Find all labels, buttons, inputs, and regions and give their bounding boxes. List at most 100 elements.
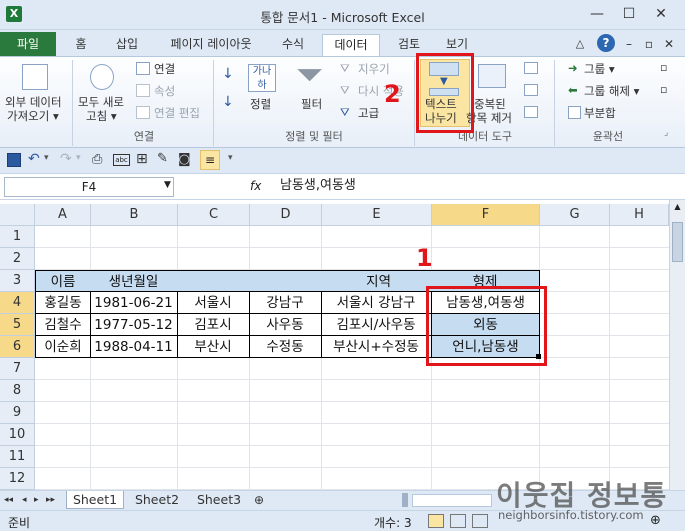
- save-icon[interactable]: [7, 153, 21, 167]
- vertical-scrollbar[interactable]: ▲: [669, 200, 685, 490]
- row-header[interactable]: 1: [0, 226, 35, 248]
- properties-button[interactable]: 속성: [154, 83, 175, 99]
- table-header-cell[interactable]: 지역: [321, 270, 432, 292]
- scroll-thumb[interactable]: [672, 222, 683, 262]
- consolidate-icon[interactable]: [524, 84, 538, 96]
- sheet-tab[interactable]: Sheet2: [128, 491, 186, 509]
- zoom-in-icon[interactable]: ⊕: [650, 513, 661, 528]
- table-cell[interactable]: 부산시: [177, 336, 250, 358]
- subtotal-button[interactable]: 부분합: [584, 105, 616, 121]
- row-header[interactable]: 8: [0, 380, 35, 402]
- tab-data[interactable]: 데이터: [322, 34, 380, 56]
- row-header[interactable]: 4: [0, 292, 35, 314]
- window-close-icon[interactable]: ✕: [662, 34, 676, 56]
- tab-insert[interactable]: 삽입: [110, 34, 144, 56]
- group-button[interactable]: 그룹 ▾: [584, 61, 615, 77]
- window-restore-icon[interactable]: ▫: [642, 34, 656, 56]
- sheet-tab[interactable]: Sheet3: [190, 491, 248, 509]
- row-header[interactable]: 9: [0, 402, 35, 424]
- hide-detail-icon[interactable]: ▫: [660, 83, 667, 96]
- row-header[interactable]: 12: [0, 468, 35, 490]
- page-break-preview-icon[interactable]: [472, 514, 488, 528]
- undo-dropdown-icon[interactable]: ▾: [44, 153, 49, 163]
- camera-icon[interactable]: ◙: [178, 152, 191, 167]
- filter-button[interactable]: 필터: [301, 96, 322, 112]
- clear-button[interactable]: 지우기: [358, 61, 390, 77]
- outline-dialog-launcher-icon[interactable]: ⌟: [664, 128, 668, 138]
- ribbon-minimize-icon[interactable]: △: [572, 34, 588, 56]
- next-sheet-icon[interactable]: ▸: [34, 491, 39, 509]
- tab-formulas[interactable]: 수식: [276, 34, 310, 56]
- table-header-cell[interactable]: [249, 270, 322, 292]
- tab-page-layout[interactable]: 페이지 레이아웃: [160, 34, 262, 56]
- refresh-all-label2[interactable]: 고침 ▾: [86, 108, 117, 124]
- column-header[interactable]: D: [250, 204, 322, 226]
- normal-view-icon[interactable]: [428, 514, 444, 528]
- sheet-tab-active[interactable]: Sheet1: [66, 491, 124, 509]
- table-cell[interactable]: 김철수: [35, 314, 91, 336]
- tab-file[interactable]: 파일: [0, 32, 56, 56]
- row-header[interactable]: 11: [0, 446, 35, 468]
- maximize-button[interactable]: ☐: [616, 4, 642, 24]
- what-if-analysis-icon[interactable]: [524, 106, 538, 118]
- select-all-corner[interactable]: [0, 204, 35, 226]
- column-header[interactable]: A: [35, 204, 91, 226]
- row-header[interactable]: 10: [0, 424, 35, 446]
- close-button[interactable]: ✕: [648, 4, 674, 24]
- table-cell[interactable]: 사우동: [249, 314, 322, 336]
- align-center-icon[interactable]: ≡: [200, 150, 220, 170]
- table-cell[interactable]: 서울시 강남구: [321, 292, 432, 314]
- table-cell[interactable]: 이순희: [35, 336, 91, 358]
- table-header-cell[interactable]: [177, 270, 250, 292]
- row-header[interactable]: 6: [0, 336, 35, 358]
- table-cell[interactable]: 강남구: [249, 292, 322, 314]
- help-icon[interactable]: ?: [597, 34, 615, 52]
- formula-input[interactable]: 남동생,여동생: [270, 177, 681, 197]
- table-cell[interactable]: 1977-05-12: [90, 314, 178, 336]
- column-header[interactable]: B: [91, 204, 178, 226]
- tab-split-handle[interactable]: [402, 493, 408, 507]
- connections-button[interactable]: 연결: [154, 61, 175, 77]
- row-header[interactable]: 5: [0, 314, 35, 336]
- undo-icon[interactable]: ↶: [28, 151, 40, 167]
- sort-button[interactable]: 정렬: [250, 96, 271, 112]
- table-header-cell[interactable]: 이름: [35, 270, 91, 292]
- tab-home[interactable]: 홈: [68, 34, 94, 56]
- customize-qat-icon[interactable]: ▾: [228, 153, 233, 163]
- first-sheet-icon[interactable]: ◂◂: [4, 491, 13, 509]
- redo-icon[interactable]: ↷: [60, 151, 72, 167]
- insert-sheet-icon[interactable]: ⊕: [254, 491, 264, 509]
- table-cell[interactable]: 수정동: [249, 336, 322, 358]
- print-preview-icon[interactable]: ⎙: [92, 152, 102, 167]
- table-cell[interactable]: 김포시: [177, 314, 250, 336]
- row-header[interactable]: 3: [0, 270, 35, 292]
- scroll-up-icon[interactable]: ▲: [672, 202, 683, 214]
- column-header[interactable]: E: [322, 204, 432, 226]
- minimize-button[interactable]: —: [584, 4, 610, 24]
- last-sheet-icon[interactable]: ▸▸: [46, 491, 55, 509]
- table-cell[interactable]: 서울시: [177, 292, 250, 314]
- data-validation-icon[interactable]: [524, 62, 538, 74]
- row-header[interactable]: 7: [0, 358, 35, 380]
- horizontal-scrollbar[interactable]: [412, 494, 492, 507]
- name-box[interactable]: F4: [4, 177, 174, 197]
- prev-sheet-icon[interactable]: ◂: [22, 491, 27, 509]
- page-layout-view-icon[interactable]: [450, 514, 466, 528]
- row-header[interactable]: 2: [0, 248, 35, 270]
- edit-links-button[interactable]: 연결 편집: [154, 105, 200, 121]
- table-cell[interactable]: 부산시+수정동: [321, 336, 432, 358]
- column-header[interactable]: C: [178, 204, 250, 226]
- column-header[interactable]: H: [610, 204, 669, 226]
- table-header-cell[interactable]: 생년월일: [90, 270, 178, 292]
- redo-dropdown-icon[interactable]: ▾: [76, 153, 81, 163]
- table-cell[interactable]: 1981-06-21: [90, 292, 178, 314]
- text-box-icon[interactable]: abc: [113, 154, 130, 166]
- borders-icon[interactable]: ⊞: [136, 151, 148, 167]
- get-external-data-label2[interactable]: 가져오기 ▾: [7, 108, 59, 124]
- insert-function-button[interactable]: fx: [250, 179, 261, 193]
- advanced-button[interactable]: 고급: [358, 105, 379, 121]
- ungroup-button[interactable]: 그룹 해제 ▾: [584, 83, 639, 99]
- sort-desc-icon[interactable]: ↓: [222, 94, 234, 110]
- table-cell[interactable]: 1988-04-11: [90, 336, 178, 358]
- column-header[interactable]: G: [540, 204, 610, 226]
